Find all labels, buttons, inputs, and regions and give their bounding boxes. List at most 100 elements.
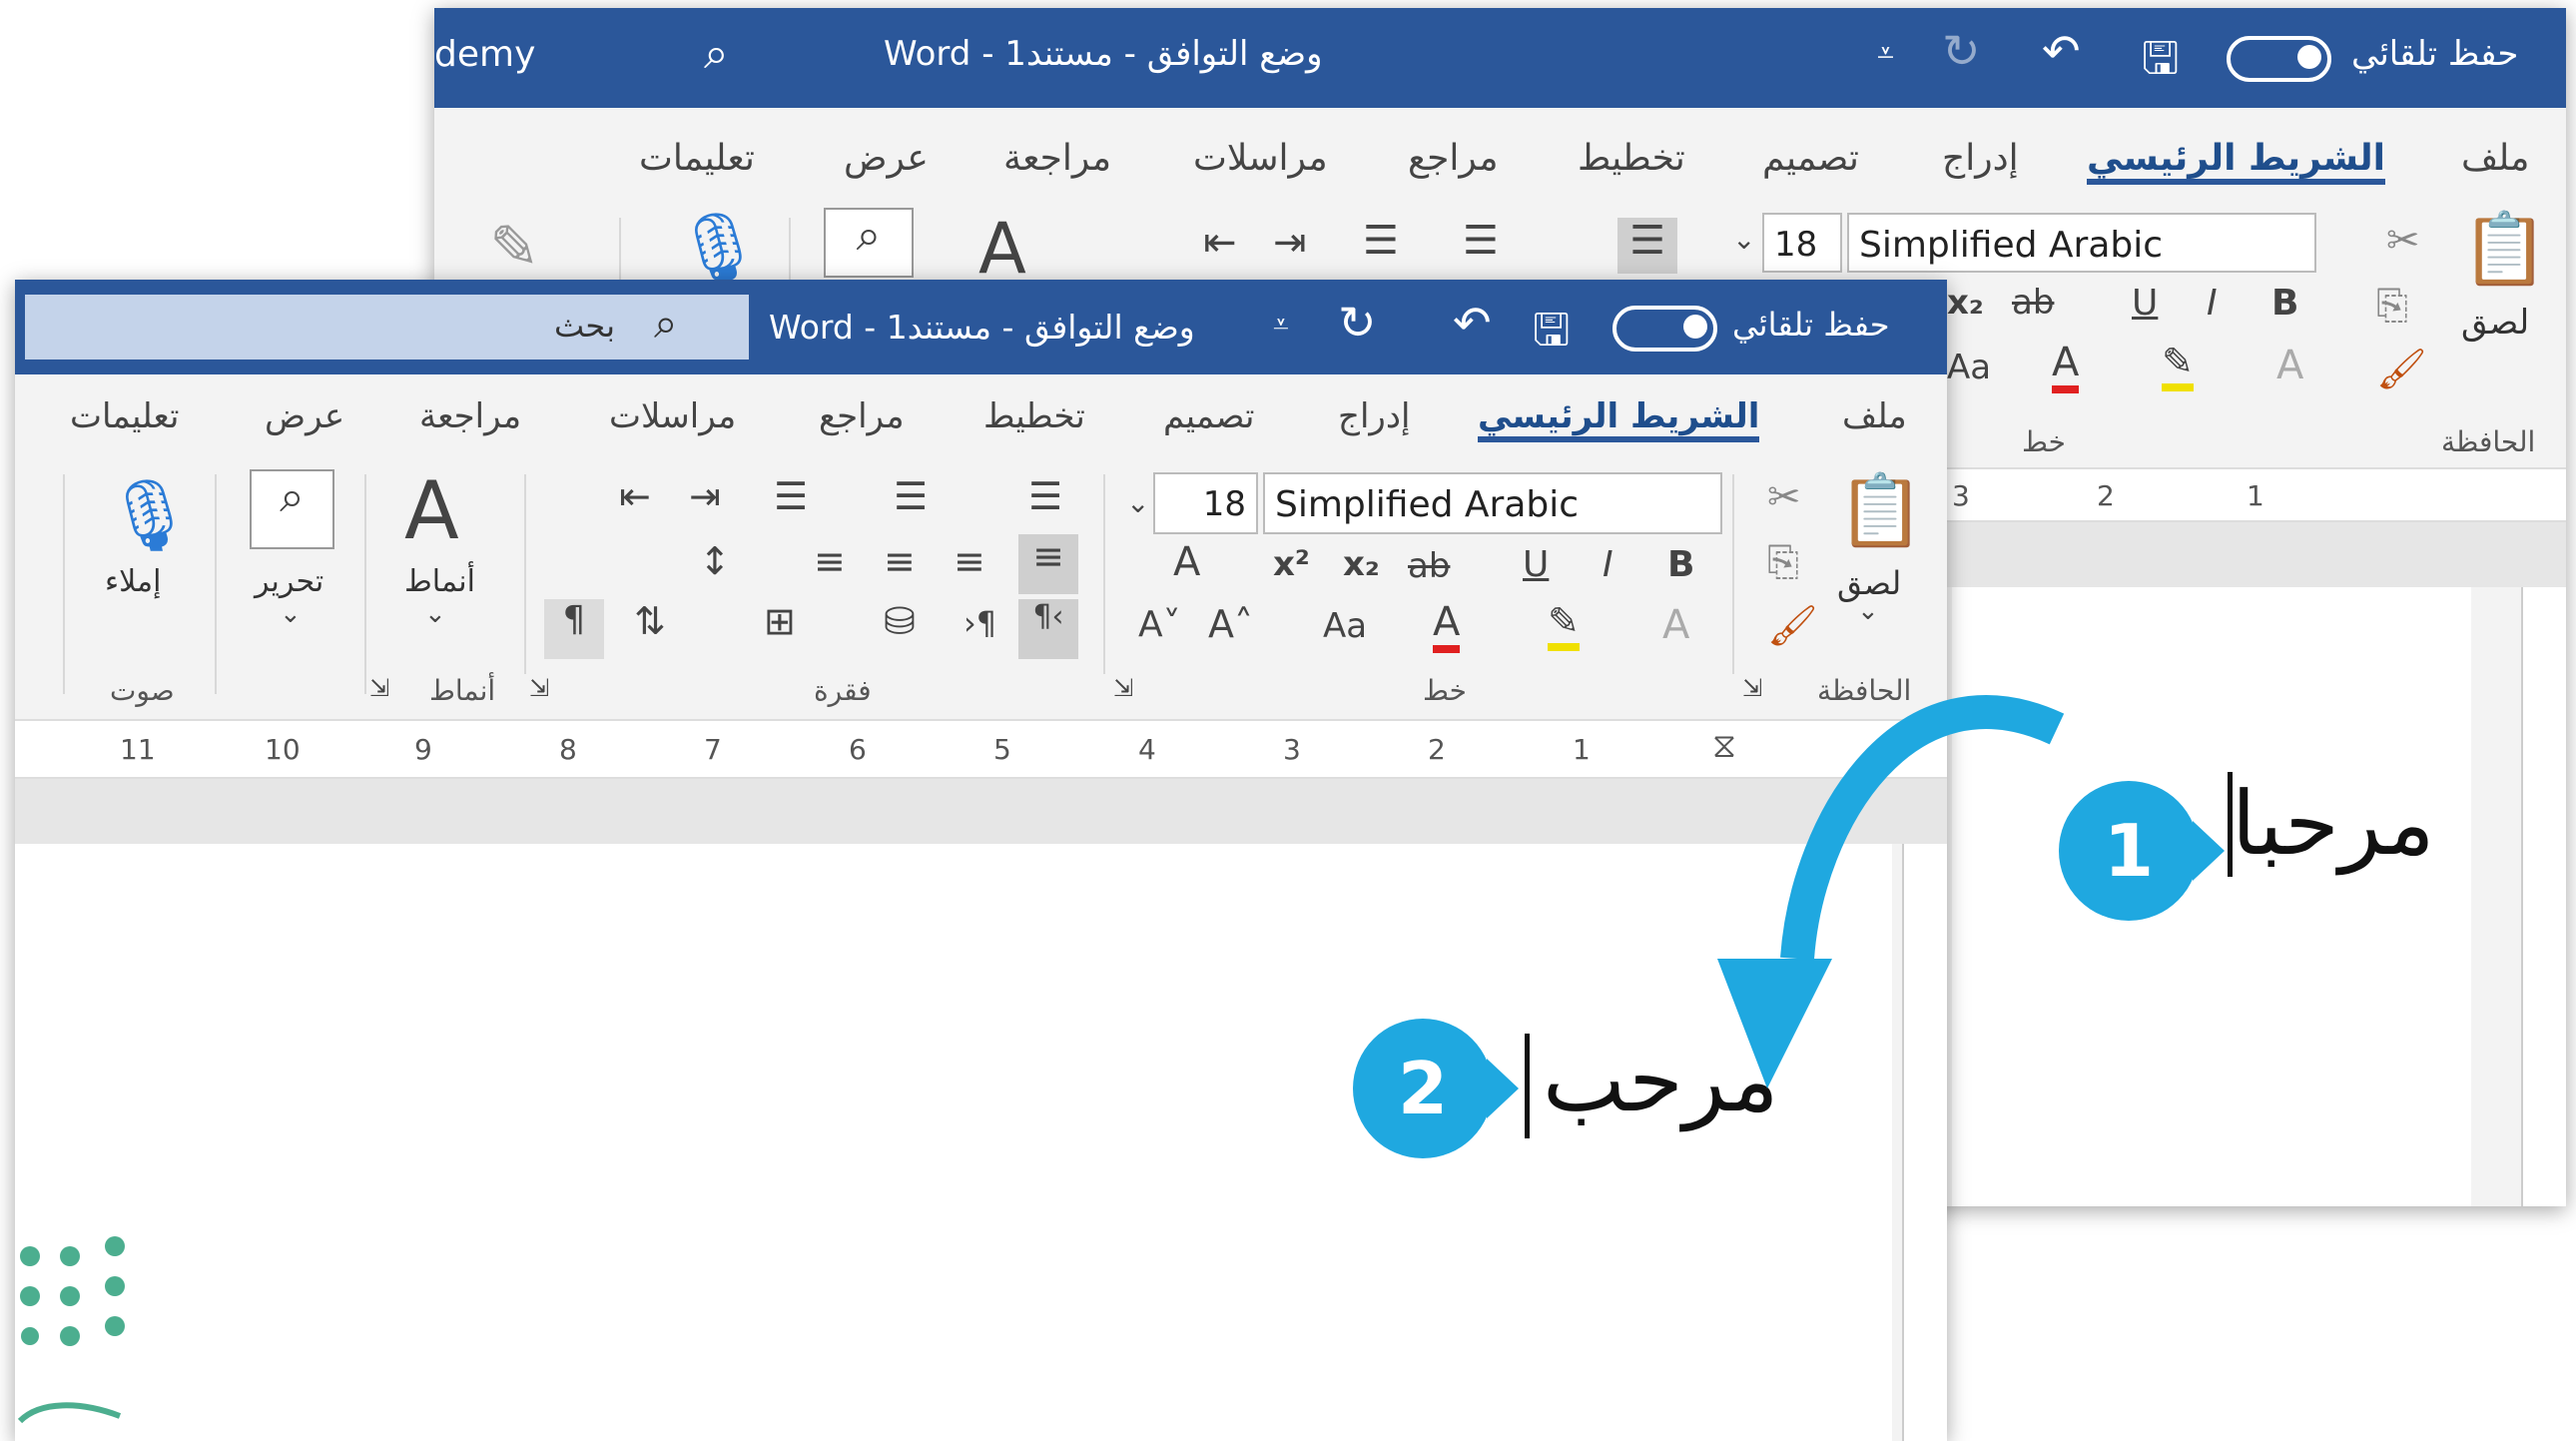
- back-tab-references[interactable]: مراجع: [1408, 138, 1499, 179]
- front-increase-indent-icon[interactable]: ⇥: [689, 474, 721, 518]
- back-redo-icon[interactable]: ↻: [1942, 24, 1981, 78]
- front-undo-icon[interactable]: ↶: [1453, 296, 1492, 350]
- back-tab-insert[interactable]: إدراج: [1942, 138, 2019, 179]
- back-text-effects-icon[interactable]: A: [2276, 343, 2303, 388]
- front-show-marks-icon[interactable]: ¶: [544, 599, 604, 659]
- front-tab-insert[interactable]: إدراج: [1338, 396, 1410, 436]
- front-ltr-direction-icon[interactable]: ›¶: [964, 604, 996, 642]
- front-tab-review[interactable]: مراجعة: [419, 396, 521, 436]
- back-tab-home[interactable]: الشريط الرئيسي: [2087, 138, 2386, 185]
- front-copy-icon[interactable]: ⎘: [1767, 539, 1799, 585]
- front-italic-icon[interactable]: I: [1603, 544, 1613, 585]
- back-italic-icon[interactable]: I: [2207, 283, 2218, 324]
- back-editor-icon[interactable]: ✎: [489, 213, 539, 283]
- front-tab-home[interactable]: الشريط الرئيسي: [1478, 396, 1760, 442]
- front-sort-icon[interactable]: ⇅: [634, 599, 666, 643]
- front-shrink-font-icon[interactable]: A˅: [1138, 604, 1181, 645]
- back-paste-label[interactable]: لصق: [2461, 303, 2529, 343]
- front-grow-font-icon[interactable]: A˄: [1208, 602, 1253, 646]
- back-tab-mailings[interactable]: مراسلات: [1193, 138, 1328, 179]
- back-strike-icon[interactable]: ab: [2012, 283, 2054, 323]
- back-tab-file[interactable]: ملف: [2461, 138, 2529, 179]
- front-clear-formatting-icon[interactable]: A: [1173, 539, 1200, 585]
- front-decrease-indent-icon[interactable]: ⇤: [619, 474, 651, 518]
- front-tab-layout[interactable]: تخطيط: [983, 396, 1085, 436]
- back-bold-icon[interactable]: B: [2271, 283, 2298, 324]
- front-edit-label[interactable]: تحرير: [255, 564, 323, 599]
- back-customize-icon[interactable]: ⩡: [1877, 36, 1894, 71]
- front-save-icon[interactable]: 🖫: [1533, 298, 1571, 372]
- front-rtl-direction-icon[interactable]: ¶‹: [1018, 599, 1078, 659]
- front-font-color-icon[interactable]: A: [1433, 599, 1461, 653]
- front-font-size-dropdown-icon[interactable]: ⌄: [1126, 486, 1149, 519]
- front-dictate-icon[interactable]: 🎙: [105, 474, 194, 557]
- back-find-icon[interactable]: ⌕: [824, 208, 914, 278]
- front-text-effects-icon[interactable]: A: [1662, 602, 1689, 648]
- front-font-name-box[interactable]: Simplified Arabic: [1263, 472, 1722, 534]
- front-bold-icon[interactable]: B: [1667, 544, 1694, 585]
- back-bullets-icon[interactable]: ☰: [1617, 218, 1677, 274]
- front-indent-marker-icon[interactable]: ⧖: [1712, 726, 1736, 766]
- front-tab-file[interactable]: ملف: [1842, 396, 1907, 436]
- front-styles-launcher-icon[interactable]: ⇲: [369, 674, 389, 702]
- back-search-icon[interactable]: ⌕: [704, 28, 729, 79]
- front-align-right-icon[interactable]: ≡: [1018, 534, 1078, 594]
- back-paste-icon[interactable]: 📋: [2461, 208, 2548, 291]
- front-center-icon[interactable]: ≡: [954, 539, 985, 583]
- front-tab-references[interactable]: مراجع: [819, 396, 905, 436]
- back-font-size-dropdown-icon[interactable]: ⌄: [1732, 223, 1755, 256]
- front-styles-icon[interactable]: A: [404, 464, 459, 557]
- back-highlight-icon[interactable]: ✎: [2162, 340, 2194, 391]
- back-subscript-icon[interactable]: x₂: [1947, 283, 1984, 323]
- front-tab-mailings[interactable]: مراسلات: [609, 396, 736, 436]
- front-tab-view[interactable]: عرض: [265, 396, 344, 436]
- front-shading-icon[interactable]: ⛁: [884, 599, 916, 643]
- front-justify-icon[interactable]: ≡: [814, 539, 846, 583]
- back-save-icon[interactable]: 🖫: [2142, 26, 2180, 101]
- front-styles-dropdown-icon[interactable]: ⌄: [424, 599, 446, 629]
- back-tab-design[interactable]: تصميم: [1762, 138, 1859, 179]
- front-clipboard-launcher-icon[interactable]: ⇲: [1742, 674, 1762, 702]
- front-edit-dropdown-icon[interactable]: ⌄: [280, 599, 302, 629]
- front-subscript-icon[interactable]: x₂: [1343, 544, 1380, 584]
- front-line-spacing-icon[interactable]: ↕: [699, 539, 731, 583]
- front-paste-dropdown-icon[interactable]: ⌄: [1857, 596, 1879, 626]
- back-undo-icon[interactable]: ↶: [2042, 24, 2081, 78]
- front-styles-label[interactable]: أنماط: [404, 564, 475, 599]
- front-styles-launcher-icon-2[interactable]: ⇲: [529, 674, 549, 702]
- back-tab-view[interactable]: عرض: [844, 138, 929, 179]
- front-underline-icon[interactable]: U: [1523, 544, 1549, 585]
- back-document-page[interactable]: [1952, 587, 2471, 1206]
- back-tab-review[interactable]: مراجعة: [1003, 138, 1111, 179]
- front-document-page[interactable]: [15, 844, 1892, 1441]
- front-search-box[interactable]: بحث ⌕: [25, 295, 749, 360]
- back-copy-icon[interactable]: ⎘: [2376, 283, 2408, 329]
- back-autosave-toggle[interactable]: [2227, 36, 2331, 82]
- front-format-painter-icon[interactable]: 🖌: [1767, 602, 1818, 649]
- front-tab-help[interactable]: تعليمات: [70, 396, 179, 436]
- front-tab-design[interactable]: تصميم: [1163, 396, 1255, 436]
- front-dictate-label[interactable]: إملاء: [105, 564, 161, 599]
- back-dictate-icon[interactable]: 🎙: [674, 208, 763, 291]
- back-rtl-icon[interactable]: ⇤: [1203, 220, 1237, 266]
- back-underline-icon[interactable]: U: [2132, 283, 2158, 324]
- back-ltr-icon[interactable]: ⇥: [1273, 220, 1307, 266]
- back-styles-icon[interactable]: A: [978, 208, 1026, 290]
- back-font-size-box[interactable]: 18: [1762, 213, 1842, 273]
- front-bullets-icon[interactable]: ☰: [1028, 474, 1062, 518]
- front-multilevel-list-icon[interactable]: ☰: [774, 474, 808, 518]
- front-paragraph-launcher-icon[interactable]: ⇲: [1113, 674, 1133, 702]
- front-paste-icon[interactable]: 📋: [1837, 469, 1924, 552]
- front-customize-icon[interactable]: ⩡: [1273, 308, 1289, 342]
- front-change-case-icon[interactable]: Aa: [1323, 606, 1367, 646]
- front-align-left-icon[interactable]: ≡: [884, 539, 916, 583]
- front-borders-icon[interactable]: ⊞: [764, 599, 796, 643]
- front-strikethrough-icon[interactable]: ab: [1408, 546, 1450, 586]
- back-change-case-icon[interactable]: Aa: [1947, 348, 1991, 387]
- front-numbering-icon[interactable]: ☰: [894, 474, 928, 518]
- back-format-painter-icon[interactable]: 🖌: [2376, 346, 2427, 392]
- back-multilevel-icon[interactable]: ☰: [1363, 218, 1399, 264]
- front-redo-icon[interactable]: ↻: [1338, 296, 1377, 350]
- back-cut-icon[interactable]: ✂: [2386, 218, 2420, 264]
- front-autosave-toggle[interactable]: [1612, 306, 1717, 352]
